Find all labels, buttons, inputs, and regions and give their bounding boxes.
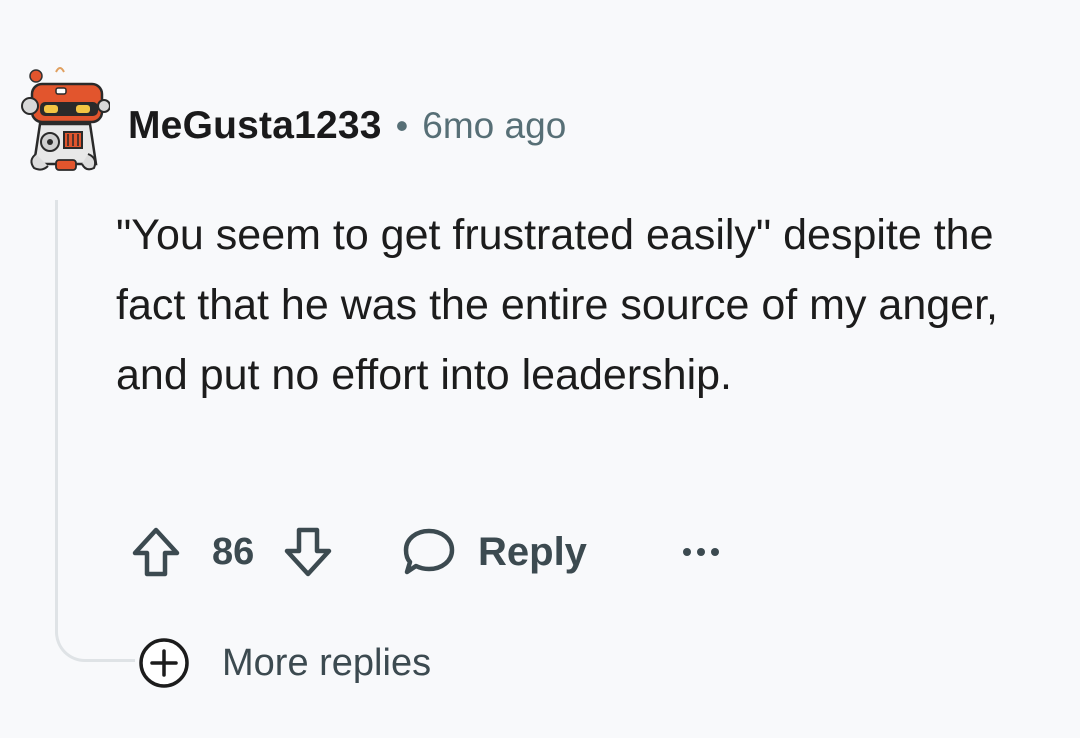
comment-actions: 86 Reply [126, 520, 721, 584]
downvote-button[interactable] [278, 520, 338, 584]
comment: MeGusta1233 • 6mo ago "You seem to get f… [0, 0, 1080, 738]
overflow-menu-button[interactable] [681, 520, 721, 584]
reply-label: Reply [478, 529, 587, 574]
arrow-up-icon [132, 527, 180, 577]
more-replies-button[interactable]: More replies [138, 634, 431, 692]
robot-avatar-icon [21, 67, 111, 171]
upvote-button[interactable] [126, 520, 186, 584]
more-replies-label: More replies [222, 641, 432, 684]
speech-bubble-icon [403, 528, 455, 575]
reply-button[interactable]: Reply [402, 527, 587, 577]
vote-score: 86 [212, 530, 255, 573]
arrow-down-icon [284, 527, 332, 577]
comment-author[interactable]: MeGusta1233 [128, 104, 382, 148]
avatar[interactable] [18, 54, 111, 174]
meta-separator: • [395, 105, 409, 146]
plus-circle-icon [139, 638, 189, 688]
comment-header: MeGusta1233 • 6mo ago [128, 100, 566, 152]
comment-body: "You seem to get frustrated easily" desp… [116, 211, 998, 399]
comment-timestamp[interactable]: 6mo ago [422, 105, 566, 147]
ellipsis-icon [682, 548, 719, 556]
